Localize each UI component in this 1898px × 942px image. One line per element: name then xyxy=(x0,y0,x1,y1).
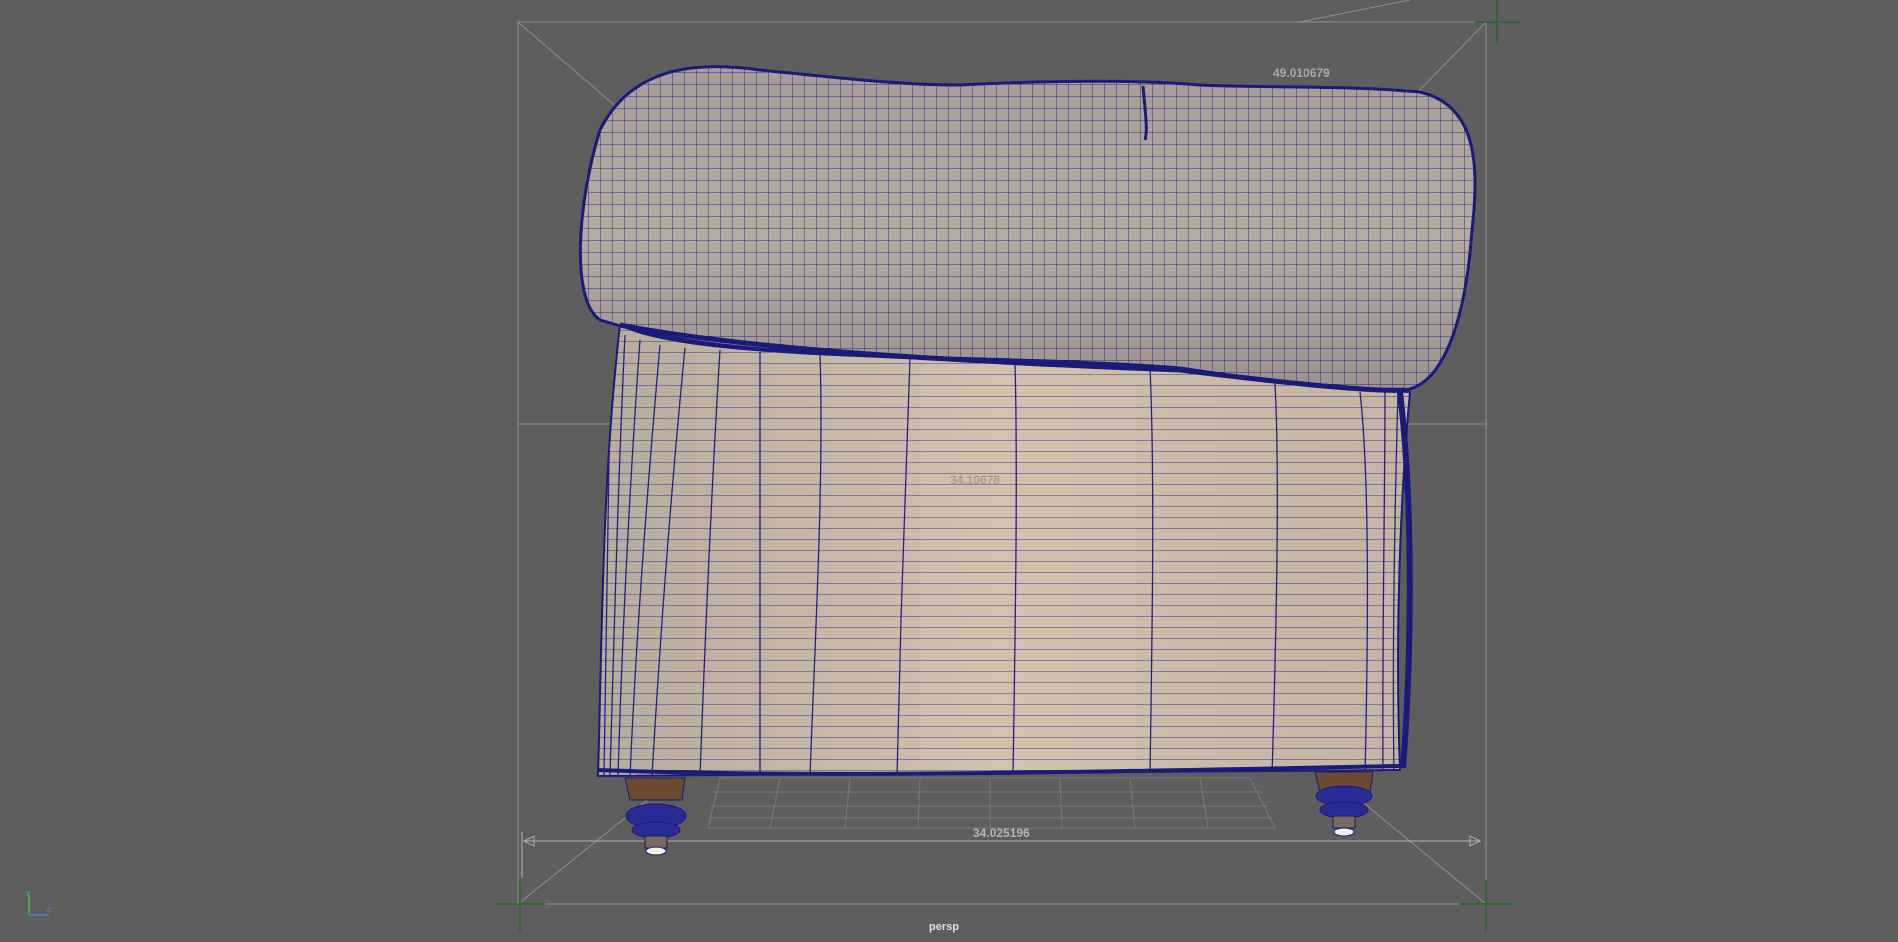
chair-leg-left xyxy=(624,777,687,856)
chair-body xyxy=(596,323,1413,778)
axis-y-label: Y xyxy=(25,890,31,898)
dimension-label-bottom: 34.025196 xyxy=(973,826,1030,840)
view-axis-icon: Y Z xyxy=(25,890,51,916)
viewport-scene[interactable] xyxy=(0,0,1898,942)
dimension-label-top: 49.010679 xyxy=(1273,66,1330,80)
axis-z-label: Z xyxy=(46,906,51,914)
dimension-label-middle: 34.10678 xyxy=(950,473,1001,487)
maya-perspective-viewport[interactable]: 49.010679 34.10678 34.025196 Y Z persp xyxy=(0,0,1898,942)
floor-grid xyxy=(707,777,1276,829)
camera-name-label: persp xyxy=(929,921,959,933)
